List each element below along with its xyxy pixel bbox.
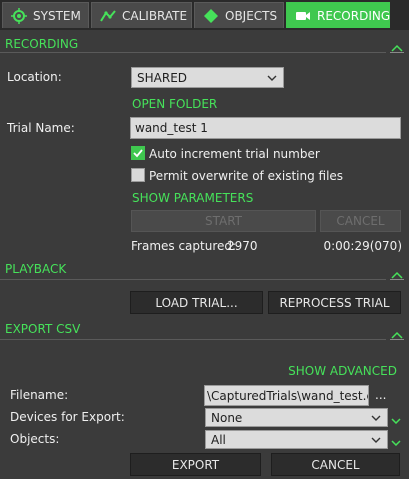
load-trial-button[interactable]: LOAD TRIAL... xyxy=(130,291,263,314)
collapse-icon[interactable] xyxy=(390,43,404,53)
frames-captured-label: Frames captured: xyxy=(131,239,237,253)
location-select[interactable]: SHARED xyxy=(131,67,284,88)
divider xyxy=(0,52,386,53)
open-folder-link[interactable]: OPEN FOLDER xyxy=(132,97,217,111)
recording-section-title: RECORDING xyxy=(5,37,79,51)
chip-icon xyxy=(11,7,27,24)
trial-name-label: Trial Name: xyxy=(7,121,75,135)
objects-value: All xyxy=(211,432,226,447)
objects-label: Objects: xyxy=(10,432,60,446)
tab-objects[interactable]: OBJECTS xyxy=(194,2,284,28)
tab-objects-label: OBJECTS xyxy=(225,8,278,23)
browse-button[interactable]: ... xyxy=(375,388,386,402)
collapse-icon[interactable] xyxy=(390,270,404,280)
expand-objects-icon[interactable] xyxy=(391,440,401,446)
permit-overwrite-label: Permit overwrite of existing files xyxy=(149,169,344,183)
devices-select[interactable]: None xyxy=(205,408,388,427)
tab-recording-label: RECORDING xyxy=(317,8,391,23)
location-label: Location: xyxy=(7,70,62,84)
devices-label: Devices for Export: xyxy=(10,410,125,424)
tab-system-label: SYSTEM xyxy=(33,8,81,23)
trial-name-input[interactable]: wand_test 1 xyxy=(130,117,401,139)
chevron-down-icon xyxy=(267,75,277,81)
tab-recording[interactable]: RECORDING xyxy=(286,2,390,28)
checkmark-icon xyxy=(133,149,143,158)
filename-input[interactable]: \CapturedTrials\wand_test.csv xyxy=(204,385,369,406)
export-csv-section-title: EXPORT CSV xyxy=(5,322,81,336)
reprocess-trial-button[interactable]: REPROCESS TRIAL xyxy=(268,291,401,314)
tab-system[interactable]: SYSTEM xyxy=(2,2,89,28)
auto-increment-label: Auto increment trial number xyxy=(149,147,320,161)
collapse-icon[interactable] xyxy=(390,330,404,340)
recording-cancel-button[interactable]: CANCEL xyxy=(320,210,401,232)
filename-label: Filename: xyxy=(10,388,69,402)
playback-section-title: PLAYBACK xyxy=(5,262,67,276)
chevron-down-icon xyxy=(371,415,381,421)
start-button[interactable]: START xyxy=(131,210,316,232)
auto-increment-checkbox[interactable] xyxy=(131,146,145,160)
tab-calibrate-label: CALIBRATE xyxy=(122,8,188,23)
export-button[interactable]: EXPORT xyxy=(130,453,261,476)
chevron-down-icon xyxy=(371,437,381,443)
permit-overwrite-checkbox[interactable] xyxy=(131,168,145,182)
location-value: SHARED xyxy=(137,70,188,85)
divider xyxy=(0,279,386,280)
export-cancel-button[interactable]: CANCEL xyxy=(271,453,400,476)
video-camera-icon xyxy=(295,8,311,24)
divider xyxy=(0,339,386,340)
frames-captured-value: 2970 xyxy=(227,239,258,253)
devices-value: None xyxy=(211,410,243,425)
show-advanced-link[interactable]: SHOW ADVANCED xyxy=(288,364,397,378)
tab-bar: SYSTEM CALIBRATE OBJECTS RECORDING xyxy=(0,0,409,30)
elapsed-time: 0:00:29(070) xyxy=(323,239,402,253)
calibrate-icon xyxy=(100,8,116,24)
tab-calibrate[interactable]: CALIBRATE xyxy=(91,2,192,28)
objects-select[interactable]: All xyxy=(205,430,388,449)
diamond-icon xyxy=(203,8,219,24)
expand-devices-icon[interactable] xyxy=(391,418,401,424)
show-parameters-link[interactable]: SHOW PARAMETERS xyxy=(132,191,253,205)
